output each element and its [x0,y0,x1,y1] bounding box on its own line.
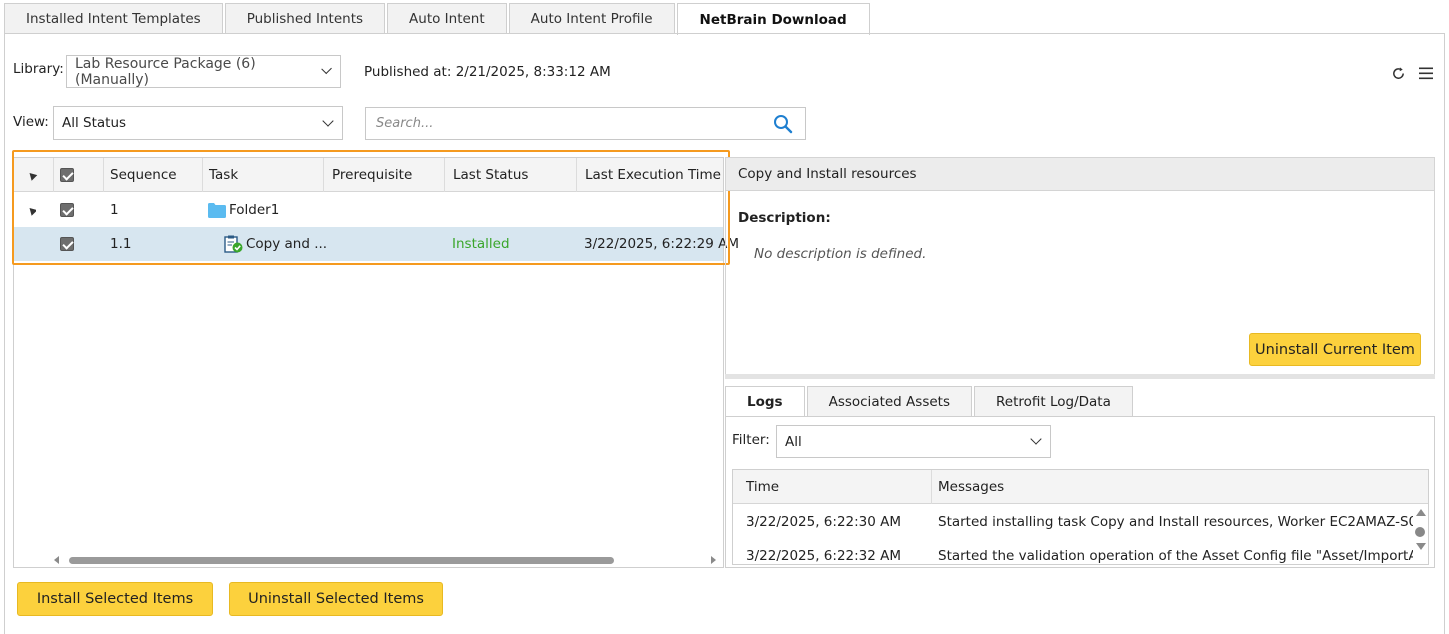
hamburger-menu-icon[interactable] [1419,67,1434,80]
scrollbar-thumb[interactable] [1415,527,1425,537]
grid-header: Sequence Task Prerequisite Last Status L… [14,158,723,192]
log-table: Time Messages 3/22/2025, 6:22:30 AM Star… [732,469,1429,565]
col-sequence[interactable]: Sequence [104,158,203,192]
tab-auto-intent[interactable]: Auto Intent [387,3,507,34]
view-status-select[interactable]: All Status [53,106,343,140]
top-tab-bar: Installed Intent Templates Published Int… [4,3,872,35]
row-checkbox[interactable] [60,237,74,251]
row-task-label: Copy and ... [246,236,328,252]
chevron-down-icon [320,63,332,75]
row-task: Folder1 [208,193,279,227]
view-label: View: [13,114,49,130]
library-select-value: Lab Resource Package (6) (Manually) [75,55,256,88]
scroll-right-icon[interactable] [711,556,716,564]
table-row[interactable]: 1 Folder1 [14,193,723,227]
view-select-value: All Status [62,115,127,131]
triangle-expanded-icon [28,204,36,216]
log-filter-select[interactable]: All [776,425,1051,458]
log-vertical-scrollbar[interactable] [1413,505,1427,563]
search-icon[interactable] [773,114,793,134]
scroll-up-icon[interactable] [1416,509,1426,516]
log-filter-value: All [785,433,802,450]
row-expand-toggle[interactable] [28,193,36,227]
description-text: No description is defined. [754,246,927,262]
tab-associated-assets[interactable]: Associated Assets [806,386,972,417]
row-task: Copy and ... [224,227,327,261]
select-all-cell [54,158,104,192]
log-message: Started installing task Copy and Install… [938,514,1413,530]
detail-title: Copy and Install resources [725,157,1435,191]
filter-label: Filter: [732,432,770,448]
row-sequence: 1.1 [110,236,132,252]
published-at-text: Published at: 2/21/2025, 8:33:12 AM [364,64,611,80]
chevron-down-icon [322,114,334,127]
row-checkbox-cell [60,193,74,227]
table-row[interactable]: 1.1 Copy and ... Installed 3/22/2025, 6:… [14,227,739,261]
installed-task-icon [224,235,243,253]
tab-published-intents[interactable]: Published Intents [224,3,386,34]
col-time[interactable]: Time [733,470,932,504]
panel-divider[interactable] [725,374,1435,379]
task-grid: Sequence Task Prerequisite Last Status L… [13,157,739,568]
triangle-expanded-icon [26,169,38,181]
uninstall-current-item-button[interactable]: Uninstall Current Item [1249,333,1421,366]
search-input[interactable] [374,115,754,132]
scrollbar-thumb[interactable] [69,557,614,564]
folder-icon [208,202,226,218]
col-last-status[interactable]: Last Status [445,158,577,192]
log-time: 3/22/2025, 6:22:30 AM [746,514,902,530]
chevron-down-icon [1030,433,1042,445]
expand-all-toggle[interactable] [14,158,54,192]
row-checkbox-cell [60,227,74,261]
uninstall-selected-items-button[interactable]: Uninstall Selected Items [229,582,443,616]
row-execution-time: 3/22/2025, 6:22:29 AM [584,236,740,252]
library-label: Library: [13,61,64,77]
tab-auto-intent-profile[interactable]: Auto Intent Profile [508,3,675,34]
col-task[interactable]: Task [203,158,324,192]
search-box [365,107,806,140]
tab-logs[interactable]: Logs [725,386,805,417]
grid-horizontal-scrollbar[interactable] [50,553,720,567]
description-label: Description: [738,210,831,226]
tab-netbrain-download[interactable]: NetBrain Download [676,3,870,35]
library-select[interactable]: Lab Resource Package (6) (Manually) [66,55,341,88]
row-checkbox[interactable] [60,203,74,217]
refresh-icon[interactable] [1391,66,1406,81]
col-messages[interactable]: Messages [932,470,1428,504]
col-prerequisite[interactable]: Prerequisite [324,158,445,192]
scroll-left-icon[interactable] [54,556,59,564]
log-message: Started the validation operation of the … [938,548,1413,564]
row-sequence: 1 [110,202,119,218]
log-tab-bar: Logs Associated Assets Retrofit Log/Data [725,386,1135,417]
tab-installed-intent-templates[interactable]: Installed Intent Templates [4,3,223,34]
tab-retrofit-log-data[interactable]: Retrofit Log/Data [973,386,1133,417]
log-time: 3/22/2025, 6:22:32 AM [746,548,902,564]
row-status: Installed [452,236,510,252]
select-all-checkbox[interactable] [60,168,74,182]
install-selected-items-button[interactable]: Install Selected Items [17,582,213,616]
log-table-header: Time Messages [733,470,1428,504]
scroll-down-icon[interactable] [1416,543,1426,550]
col-last-execution-time[interactable]: Last Execution Time ... [577,158,723,192]
row-task-label: Folder1 [229,202,280,218]
